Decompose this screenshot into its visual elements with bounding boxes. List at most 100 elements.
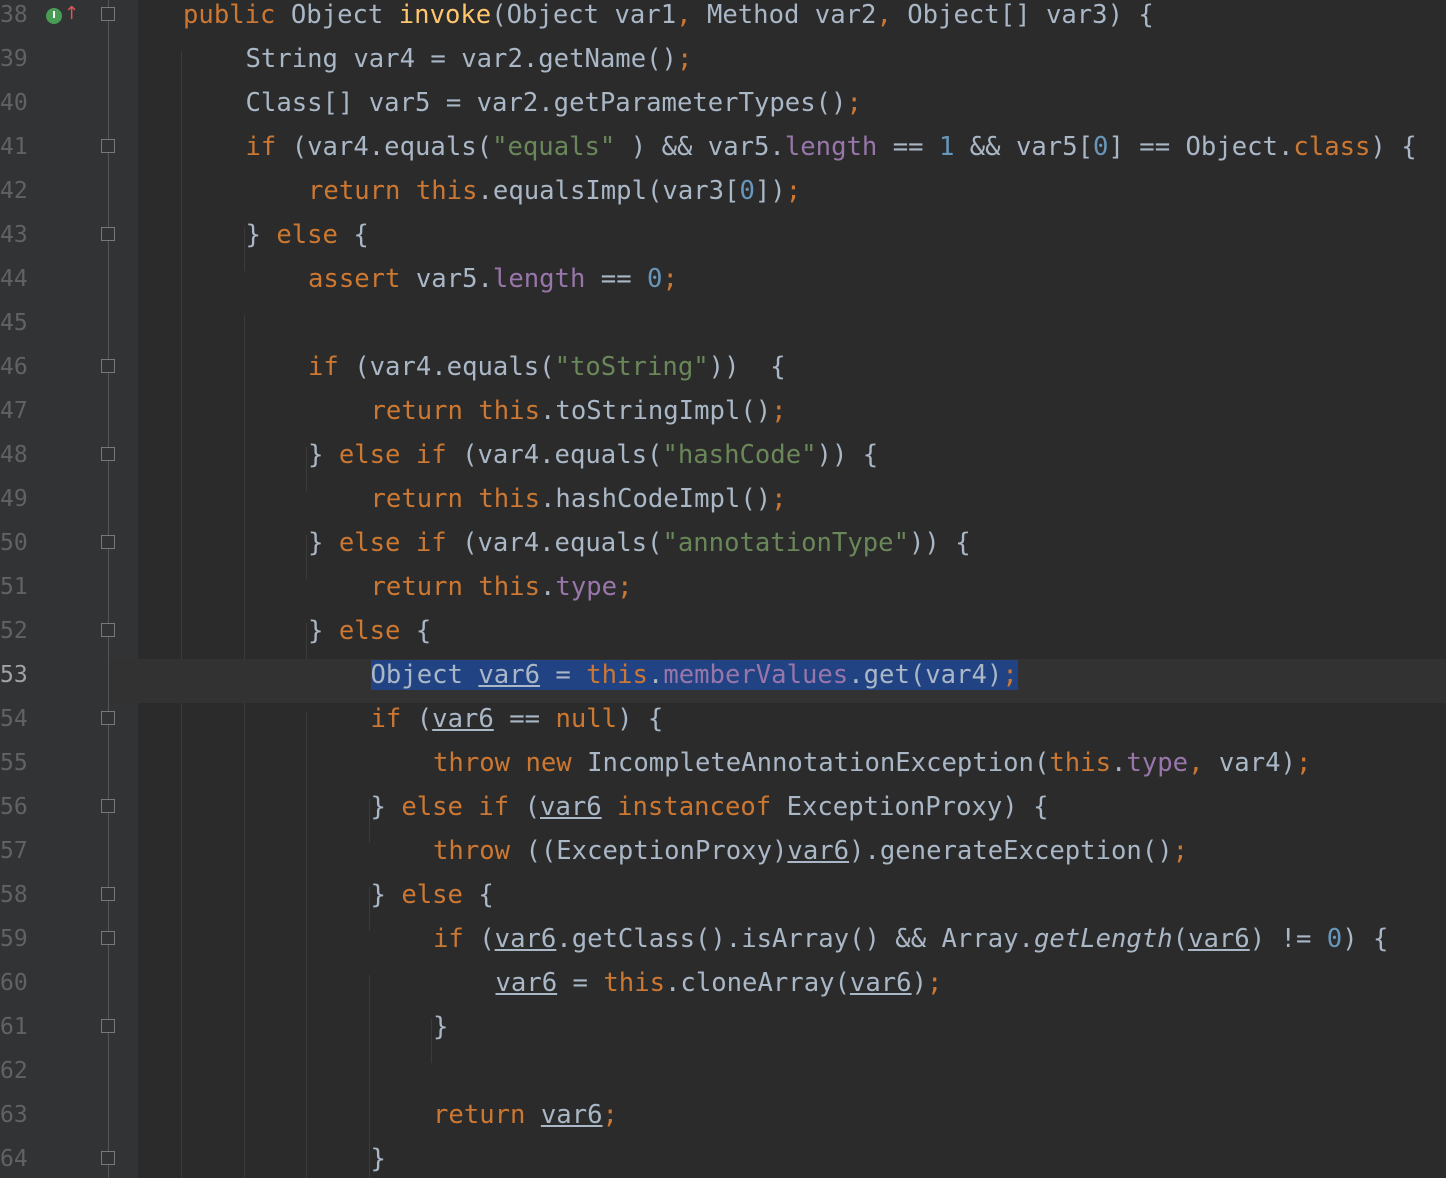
code-line[interactable]: 52 } else { xyxy=(0,615,1446,659)
code-line[interactable]: 40 Class[] var5 = var2.getParameterTypes(… xyxy=(0,87,1446,131)
code-text[interactable]: if (var6 == null) { xyxy=(371,703,664,735)
line-number[interactable]: 58 xyxy=(0,879,40,911)
code-line[interactable]: 60 var6 = this.cloneArray(var6); xyxy=(0,967,1446,1011)
code-text[interactable]: throw new IncompleteAnnotationException(… xyxy=(433,747,1311,779)
code-text[interactable]: throw ((ExceptionProxy)var6).generateExc… xyxy=(433,835,1188,867)
line-number[interactable]: 48 xyxy=(0,439,40,471)
code-line[interactable]: 46 if (var4.equals("toString")) { xyxy=(0,351,1446,395)
code-text[interactable]: if (var6.getClass().isArray() && Array.g… xyxy=(433,923,1388,955)
code-line[interactable]: 61} xyxy=(0,1011,1446,1055)
code-text[interactable]: assert var5.length == 0; xyxy=(308,263,678,295)
fold-end-icon[interactable] xyxy=(101,227,115,241)
code-line[interactable]: 44 assert var5.length == 0; xyxy=(0,263,1446,307)
line-number[interactable]: 54 xyxy=(0,703,40,735)
fold-end-icon[interactable] xyxy=(101,1019,115,1033)
code-line[interactable]: 64} xyxy=(0,1143,1446,1178)
code-line[interactable]: 58 } else { xyxy=(0,879,1446,923)
fold-collapse-icon[interactable] xyxy=(101,931,115,945)
line-number[interactable]: 53 xyxy=(0,659,40,691)
code-token: ( xyxy=(1172,924,1189,954)
code-line[interactable]: 39 String var4 = var2.getName(); xyxy=(0,43,1446,87)
line-number[interactable]: 55 xyxy=(0,747,40,779)
code-text[interactable]: return this.hashCodeImpl(); xyxy=(371,483,787,515)
code-text[interactable]: } else if (var6 instanceof ExceptionProx… xyxy=(371,791,1049,823)
line-number[interactable]: 64 xyxy=(0,1143,40,1175)
code-line[interactable]: 47 return this.toStringImpl(); xyxy=(0,395,1446,439)
code-line[interactable]: 48 } else if (var4.equals("hashCode")) { xyxy=(0,439,1446,483)
code-token: ( xyxy=(479,924,495,954)
fold-end-icon[interactable] xyxy=(101,799,115,813)
line-number[interactable]: 59 xyxy=(0,923,40,955)
code-text[interactable]: } else { xyxy=(371,879,494,911)
fold-collapse-icon[interactable] xyxy=(101,359,115,373)
code-line[interactable]: 50 } else if (var4.equals("annotationType… xyxy=(0,527,1446,571)
fold-end-icon[interactable] xyxy=(101,535,115,549)
code-text[interactable]: return this.toStringImpl(); xyxy=(371,395,787,427)
line-number[interactable]: 38 xyxy=(0,0,40,31)
code-text[interactable]: } else if (var4.equals("annotationType")… xyxy=(308,527,971,559)
line-number[interactable]: 50 xyxy=(0,527,40,559)
code-text[interactable]: } else { xyxy=(308,615,431,647)
line-number[interactable]: 43 xyxy=(0,219,40,251)
line-number[interactable]: 61 xyxy=(0,1011,40,1043)
code-text[interactable]: } xyxy=(371,1143,386,1175)
code-line[interactable]: 62 xyxy=(0,1055,1446,1099)
line-number[interactable]: 52 xyxy=(0,615,40,647)
code-text[interactable]: return this.type; xyxy=(371,571,633,603)
code-text[interactable]: } else { xyxy=(246,219,369,251)
code-editor[interactable]: 38 public Object invoke(Object var1, Meth… xyxy=(0,0,1446,1178)
code-line[interactable]: 49 return this.hashCodeImpl(); xyxy=(0,483,1446,527)
code-line[interactable]: 42 return this.equalsImpl(var3[0]); xyxy=(0,175,1446,219)
implements-method-icon[interactable]: I xyxy=(46,8,62,24)
line-number[interactable]: 45 xyxy=(0,307,40,339)
code-line[interactable]: 57 throw ((ExceptionProxy)var6).generateE… xyxy=(0,835,1446,879)
fold-end-icon[interactable] xyxy=(101,623,115,637)
code-line[interactable]: 41 if (var4.equals("equals" ) && var5.len… xyxy=(0,131,1446,175)
line-number[interactable]: 57 xyxy=(0,835,40,867)
code-line[interactable]: 59 if (var6.getClass().isArray() && Array… xyxy=(0,923,1446,967)
fold-end-icon[interactable] xyxy=(101,887,115,901)
line-number[interactable]: 60 xyxy=(0,967,40,999)
code-text[interactable]: Class[] var5 = var2.getParameterTypes(); xyxy=(246,87,862,119)
line-number[interactable]: 62 xyxy=(0,1055,40,1087)
fold-end-icon[interactable] xyxy=(101,447,115,461)
code-text[interactable]: return this.equalsImpl(var3[0]); xyxy=(308,175,801,207)
code-text[interactable]: public Object invoke(Object var1, Method… xyxy=(183,0,1154,31)
line-number[interactable]: 56 xyxy=(0,791,40,823)
code-text[interactable]: var6 = this.cloneArray(var6); xyxy=(496,967,943,999)
code-line[interactable]: 56 } else if (var6 instanceof ExceptionPr… xyxy=(0,791,1446,835)
code-line[interactable]: 63 return var6; xyxy=(0,1099,1446,1143)
code-line[interactable]: 55 throw new IncompleteAnnotationExceptio… xyxy=(0,747,1446,791)
line-number[interactable]: 44 xyxy=(0,263,40,295)
code-line[interactable]: 54 if (var6 == null) { xyxy=(0,703,1446,747)
code-text[interactable]: } else if (var4.equals("hashCode")) { xyxy=(308,439,878,471)
line-number[interactable]: 51 xyxy=(0,571,40,603)
line-number[interactable]: 49 xyxy=(0,483,40,515)
code-text[interactable]: } xyxy=(433,1011,448,1043)
code-text[interactable]: if (var4.equals("toString")) { xyxy=(308,351,786,383)
fold-collapse-icon[interactable] xyxy=(101,139,115,153)
line-number[interactable]: 42 xyxy=(0,175,40,207)
code-line[interactable]: 43 } else { xyxy=(0,219,1446,263)
line-number[interactable]: 47 xyxy=(0,395,40,427)
code-line[interactable]: 38 public Object invoke(Object var1, Meth… xyxy=(0,0,1446,43)
code-line-current[interactable]: 53 Object var6 = this.memberValues.get(va… xyxy=(0,659,1446,703)
fold-end-icon[interactable] xyxy=(101,1151,115,1165)
code-text[interactable]: if (var4.equals("equals" ) && var5.lengt… xyxy=(246,131,1417,163)
code-line[interactable]: 45 xyxy=(0,307,1446,351)
code-token: return this xyxy=(370,572,541,602)
code-text[interactable]: String var4 = var2.getName(); xyxy=(246,43,693,75)
code-text[interactable]: return var6; xyxy=(433,1099,618,1131)
fold-collapse-icon[interactable] xyxy=(101,711,115,725)
fold-collapse-icon[interactable] xyxy=(101,7,115,21)
code-token: ] == Object. xyxy=(1108,132,1294,162)
line-number[interactable]: 41 xyxy=(0,131,40,163)
line-number[interactable]: 46 xyxy=(0,351,40,383)
code-line[interactable]: 51 return this.type; xyxy=(0,571,1446,615)
code-text[interactable]: Object var6 = this.memberValues.get(var4… xyxy=(370,659,1018,691)
code-token: getLength xyxy=(1033,924,1173,954)
navigate-up-arrow-icon[interactable]: ↑ xyxy=(64,4,79,24)
line-number[interactable]: 63 xyxy=(0,1099,40,1131)
line-number[interactable]: 40 xyxy=(0,87,40,119)
line-number[interactable]: 39 xyxy=(0,43,40,75)
